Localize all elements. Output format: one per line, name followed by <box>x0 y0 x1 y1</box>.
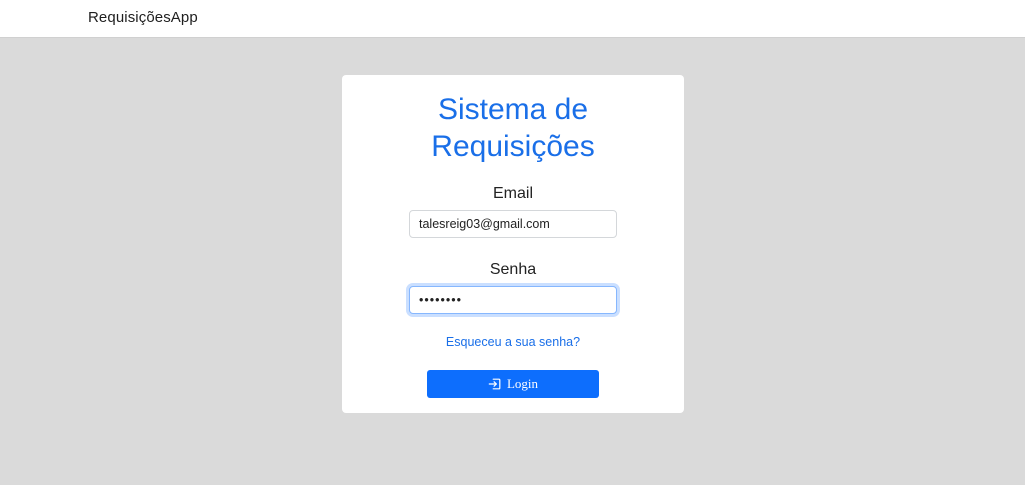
box-arrow-in-right-icon <box>488 377 502 391</box>
login-button-label: Login <box>506 376 539 391</box>
login-button[interactable]: Login <box>427 370 599 398</box>
page-title: Sistema de Requisições <box>342 91 684 165</box>
title-line-2: Requisições <box>431 130 595 163</box>
password-field[interactable] <box>409 286 617 314</box>
email-field[interactable] <box>409 210 617 238</box>
navbar-brand[interactable]: RequisiçõesApp <box>88 9 198 26</box>
password-label: Senha <box>489 261 537 278</box>
forgot-password-link[interactable]: Esqueceu a sua senha? <box>342 335 684 349</box>
email-label: Email <box>492 185 533 202</box>
navbar: RequisiçõesApp <box>0 0 1025 38</box>
title-line-1: Sistema de <box>437 93 589 126</box>
login-card: Sistema de Requisições Email Senha Esque… <box>342 75 684 413</box>
